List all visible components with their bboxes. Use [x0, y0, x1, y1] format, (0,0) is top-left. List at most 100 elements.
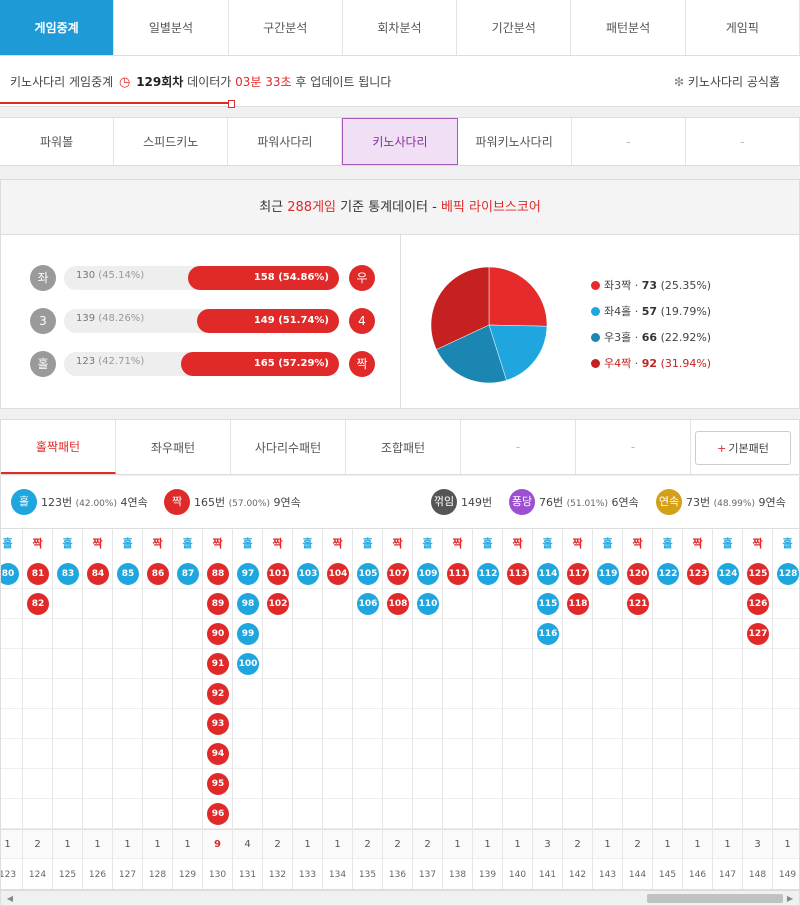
pattern-column: 홀 124 1 147	[713, 529, 743, 889]
grid-cell	[503, 739, 532, 769]
run-count: 1	[473, 829, 502, 859]
grid-cell	[623, 709, 652, 739]
left-badge: 좌	[30, 265, 56, 291]
grid-cell	[413, 769, 442, 799]
round-label: 135	[358, 870, 377, 880]
game-tab[interactable]: 키노사다리	[342, 118, 458, 165]
nav-tab[interactable]: 일별분석	[114, 0, 229, 55]
grid-cell	[263, 619, 292, 649]
game-tabs: 파워볼 스피드키노 파워사다리 키노사다리 파워키노사다리 - -	[0, 117, 800, 166]
grid-cell	[323, 679, 352, 709]
pattern-column: 짝 86 1 128	[143, 529, 173, 889]
grid-cell	[1, 589, 22, 619]
result-ball: 96	[207, 803, 229, 825]
round-label: 136	[388, 870, 407, 880]
grid-cell	[233, 769, 262, 799]
grid-cell	[473, 589, 502, 619]
round-label: 131	[238, 870, 257, 880]
plus-icon: +	[717, 441, 727, 455]
pattern-column: 짝 123 1 146	[683, 529, 713, 889]
scroll-left-icon[interactable]: ◀	[3, 892, 17, 905]
pattern-column: 짝 84 1 126	[83, 529, 113, 889]
scrollbar-thumb[interactable]	[647, 894, 783, 903]
summary-text: 149번	[461, 496, 492, 509]
run-count: 2	[23, 829, 52, 859]
notice-suffix: 후 업데이트 됩니다	[295, 75, 392, 89]
grid-cell	[743, 709, 772, 739]
result-ball: 100	[237, 653, 259, 675]
grid-cell	[503, 589, 532, 619]
grid-cell	[353, 619, 382, 649]
grid-cell	[713, 769, 742, 799]
legend-percent: (25.35%)	[660, 279, 712, 292]
grid-cell	[473, 649, 502, 679]
horizontal-scrollbar[interactable]: ◀ ▶	[0, 890, 800, 906]
grid-cell	[23, 709, 52, 739]
result-ball: 87	[177, 563, 199, 585]
grid-cell	[653, 649, 682, 679]
legend-label: 우4짝	[604, 357, 632, 370]
summary-item: 홀 123번 (42.00%) 4연속	[11, 489, 148, 515]
round-label: 144	[628, 870, 647, 880]
pattern-column: 홀 109 110 2 137	[413, 529, 443, 889]
legend-item: 좌4홀 · 57 (19.79%)	[591, 303, 711, 319]
pattern-tab[interactable]: 사다리수패턴	[231, 420, 346, 474]
game-tab[interactable]: 파워키노사다리	[458, 118, 572, 165]
run-count: 2	[563, 829, 592, 859]
grid-cell	[413, 739, 442, 769]
result-ball: 112	[477, 563, 499, 585]
game-tab: -	[572, 118, 686, 165]
grid-cell	[263, 799, 292, 829]
summary-item: 퐁당 76번 (51.01%) 6연속	[509, 489, 639, 515]
nav-tab[interactable]: 구간분석	[229, 0, 343, 55]
summary-percent: (57.00%)	[228, 499, 270, 509]
official-link[interactable]: ❇ 키노사다리 공식홈	[674, 73, 780, 90]
grid-cell	[173, 649, 202, 679]
legend-label: 좌4홀	[604, 305, 632, 318]
game-tab[interactable]: 스피드키노	[114, 118, 229, 165]
nav-tab[interactable]: 회차분석	[343, 0, 458, 55]
grid-cell	[233, 679, 262, 709]
basic-pattern-button[interactable]: + 기본패턴	[695, 431, 791, 465]
grid-cell	[443, 709, 472, 739]
summary-badge: 연속	[656, 489, 682, 515]
stats-games: 288게임	[287, 200, 336, 215]
column-header: 홀	[602, 537, 613, 550]
grid-cell	[263, 769, 292, 799]
left-count: 139	[76, 313, 96, 324]
stats-title-mid: 기준 통계데이터 -	[340, 200, 437, 215]
result-ball: 108	[387, 593, 409, 615]
nav-tab[interactable]: 패턴분석	[571, 0, 686, 55]
round-label: 128	[148, 870, 167, 880]
round-label: 143	[598, 870, 617, 880]
column-header: 홀	[482, 537, 493, 550]
grid-cell	[443, 739, 472, 769]
pattern-tab[interactable]: 홀짝패턴	[1, 420, 116, 474]
column-header: 짝	[632, 537, 643, 550]
round-label: 127	[118, 870, 137, 880]
nav-tab[interactable]: 게임중계	[0, 0, 115, 55]
pattern-tab[interactable]: 조합패턴	[346, 420, 461, 474]
scroll-right-icon[interactable]: ▶	[783, 892, 797, 905]
column-header: 짝	[32, 537, 43, 550]
grid-cell	[323, 589, 352, 619]
grid-cell	[83, 589, 112, 619]
game-tab[interactable]: 파워사다리	[228, 118, 343, 165]
grid-cell	[143, 739, 172, 769]
round-label: 138	[448, 870, 467, 880]
column-header: 홀	[302, 537, 313, 550]
column-header: 짝	[92, 537, 103, 550]
result-ball: 128	[777, 563, 799, 585]
grid-cell	[53, 709, 82, 739]
pattern-tab[interactable]: 좌우패턴	[116, 420, 231, 474]
column-header: 홀	[422, 537, 433, 550]
nav-tab[interactable]: 기간분석	[457, 0, 572, 55]
grid-cell	[473, 709, 502, 739]
nav-tab[interactable]: 게임픽	[686, 0, 800, 55]
clock-icon: ◷	[119, 75, 131, 90]
grid-cell	[713, 649, 742, 679]
grid-cell	[413, 619, 442, 649]
game-tab[interactable]: 파워볼	[0, 118, 115, 165]
grid-cell	[503, 679, 532, 709]
round-label: 132	[268, 870, 287, 880]
